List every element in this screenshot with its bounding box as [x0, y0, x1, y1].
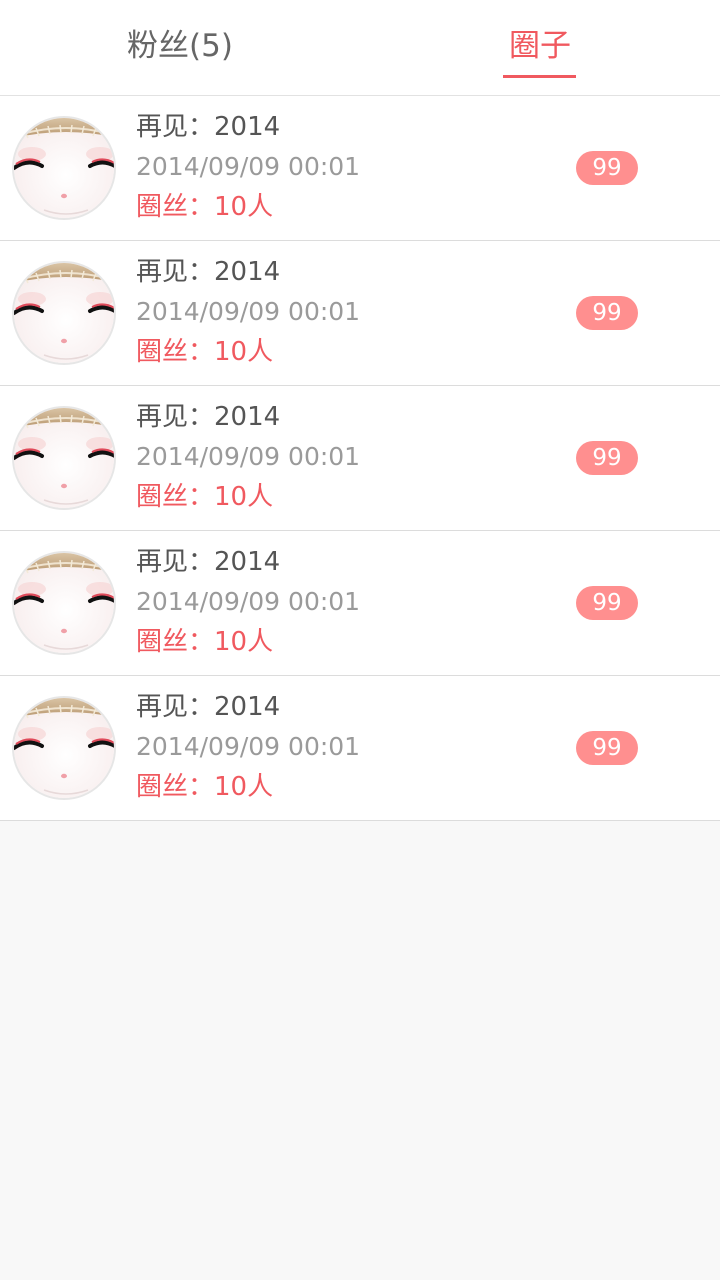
active-tab-indicator [503, 75, 576, 78]
circle-title: 再见：2014 [136, 692, 281, 722]
list-item[interactable]: 再见：2014 2014/09/09 00:01 圈丝：10人 99 [0, 96, 720, 241]
circle-time: 2014/09/09 00:01 [136, 442, 361, 471]
list-item[interactable]: 再见：2014 2014/09/09 00:01 圈丝：10人 99 [0, 676, 720, 821]
avatar-face-icon [12, 261, 116, 365]
unread-badge: 99 [576, 151, 638, 185]
circle-members: 圈丝：10人 [136, 772, 274, 802]
circle-list: 再见：2014 2014/09/09 00:01 圈丝：10人 99 再见：20… [0, 96, 720, 821]
circle-time: 2014/09/09 00:01 [136, 297, 361, 326]
unread-badge: 99 [576, 731, 638, 765]
list-item[interactable]: 再见：2014 2014/09/09 00:01 圈丝：10人 99 [0, 241, 720, 386]
unread-badge: 99 [576, 586, 638, 620]
unread-badge: 99 [576, 296, 638, 330]
circle-members: 圈丝：10人 [136, 192, 274, 222]
tab-fans-label: 粉丝(5) [127, 28, 233, 64]
avatar-face-icon [12, 116, 116, 220]
circle-members: 圈丝：10人 [136, 627, 274, 657]
circle-members: 圈丝：10人 [136, 482, 274, 512]
list-item[interactable]: 再见：2014 2014/09/09 00:01 圈丝：10人 99 [0, 386, 720, 531]
circle-time: 2014/09/09 00:01 [136, 732, 361, 761]
avatar-face-icon [12, 406, 116, 510]
list-item[interactable]: 再见：2014 2014/09/09 00:01 圈丝：10人 99 [0, 531, 720, 676]
tab-circles[interactable]: 圈子 [360, 0, 720, 96]
circle-time: 2014/09/09 00:01 [136, 152, 361, 181]
avatar-face-icon [12, 696, 116, 800]
circle-time: 2014/09/09 00:01 [136, 587, 361, 616]
circle-title: 再见：2014 [136, 112, 281, 142]
circle-title: 再见：2014 [136, 402, 281, 432]
circle-title: 再见：2014 [136, 547, 281, 577]
tab-bar: 粉丝(5) 圈子 [0, 0, 720, 96]
avatar-face-icon [12, 551, 116, 655]
unread-badge: 99 [576, 441, 638, 475]
tab-fans[interactable]: 粉丝(5) [0, 0, 360, 96]
circle-title: 再见：2014 [136, 257, 281, 287]
tab-circles-label: 圈子 [509, 28, 571, 64]
circle-members: 圈丝：10人 [136, 337, 274, 367]
